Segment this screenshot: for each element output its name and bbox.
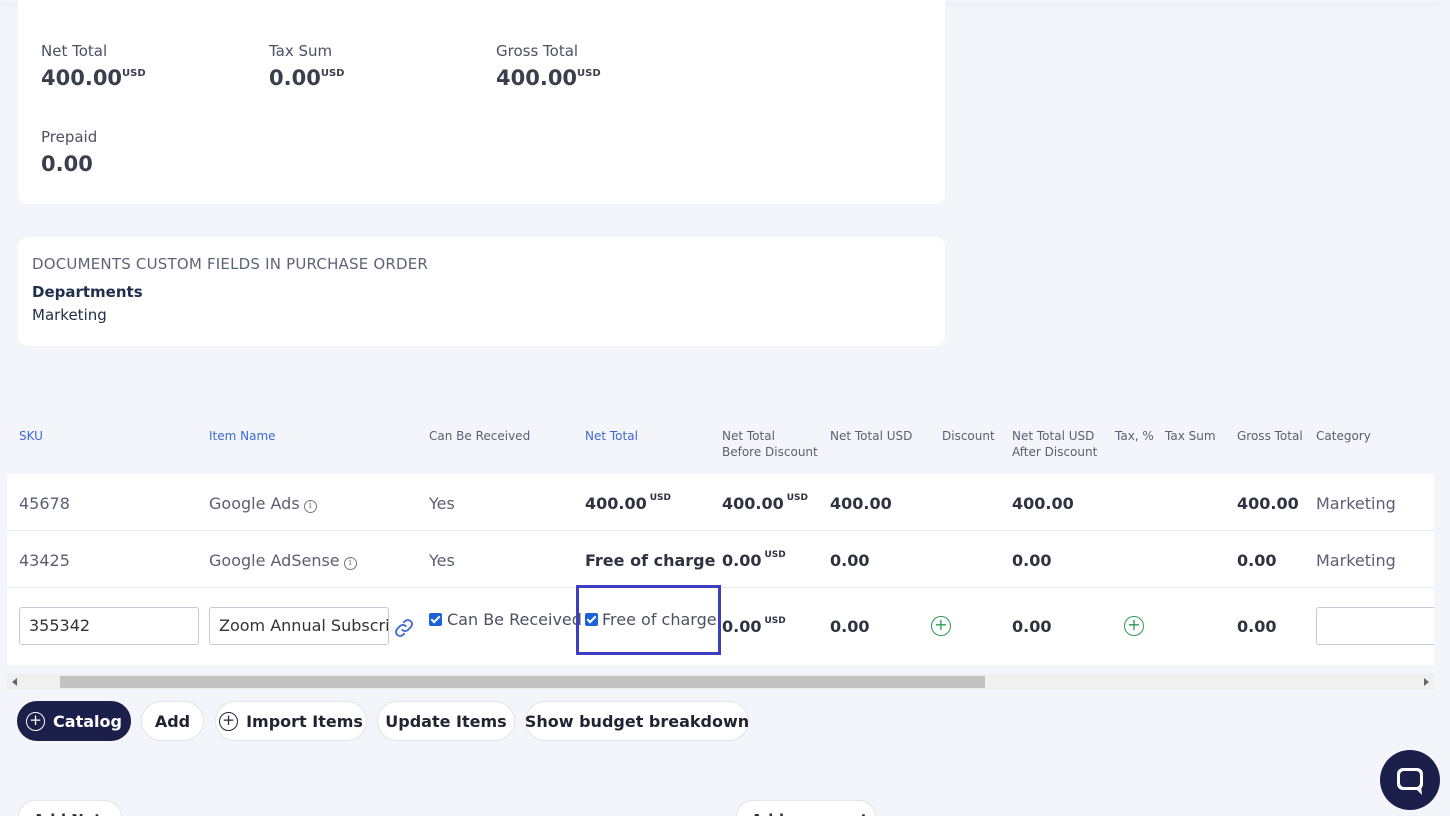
add-button[interactable]: Add xyxy=(141,701,204,741)
table-body: 45678 Google Ads i Yes 400.00 USD 400.00 US… xyxy=(7,474,1434,665)
gross-total-label: Gross Total xyxy=(496,42,579,60)
tax-sum-metric: Tax Sum 0.00USD xyxy=(269,42,344,90)
sku-cell: 45678 xyxy=(19,494,70,513)
items-table: SKU Item Name Can Be Received Net Total … xyxy=(7,410,1434,665)
show-budget-breakdown-label: Show budget breakdown xyxy=(524,711,750,731)
net-total-usd-cell: 400.00 xyxy=(830,494,892,513)
net-total-value: 400.00USD xyxy=(41,66,146,90)
item-name-cell: Google Ads i xyxy=(209,494,317,513)
scroll-left-arrow-icon[interactable] xyxy=(12,678,17,686)
edit-row: 355342 Zoom Annual Subscri Can Be Receiv… xyxy=(7,585,1434,665)
info-icon[interactable]: i xyxy=(343,557,357,570)
col-category: Category xyxy=(1316,429,1371,443)
prepaid-metric: Prepaid 0.00 xyxy=(41,128,97,176)
category-cell: Marketing xyxy=(1316,494,1396,513)
gross-total-cell: 0.00 xyxy=(1237,617,1277,636)
net-total-cell: Free of charge xyxy=(585,551,716,570)
net-total-label: Net Total xyxy=(41,42,108,60)
table-row[interactable]: 45678 Google Ads i Yes 400.00 USD 400.00 US… xyxy=(7,474,1434,531)
can-be-received-checkbox-label[interactable]: Can Be Received xyxy=(447,610,582,629)
gross-total-cell: 0.00 xyxy=(1237,551,1277,570)
prepaid-label: Prepaid xyxy=(41,128,98,146)
col-net-total-usd-after-discount: Net Total USD After Discount xyxy=(1012,429,1098,459)
update-items-button-label: Update Items xyxy=(385,711,507,731)
table-header: SKU Item Name Can Be Received Net Total … xyxy=(7,410,1434,474)
col-net-total[interactable]: Net Total xyxy=(585,428,638,444)
import-items-button[interactable]: + Import Items xyxy=(215,701,367,741)
table-row[interactable]: 43425 Google AdSense i Yes Free of charge… xyxy=(7,531,1434,588)
sku-input[interactable]: 355342 xyxy=(19,607,199,645)
horizontal-scrollbar[interactable] xyxy=(7,674,1434,690)
plus-circle-icon: + xyxy=(26,711,46,731)
net-total-cell: 400.00 USD xyxy=(585,492,672,513)
custom-fields-title: DOCUMENTS CUSTOM FIELDS IN PURCHASE ORDE… xyxy=(32,255,429,273)
col-can-be-received: Can Be Received xyxy=(429,429,531,443)
free-of-charge-checkbox[interactable] xyxy=(585,613,598,626)
catalog-button[interactable]: + Catalog xyxy=(17,701,131,741)
gross-total-cell: 400.00 xyxy=(1237,494,1299,513)
net-total-usd-cell: 0.00 xyxy=(830,551,870,570)
item-name-cell: Google AdSense i xyxy=(209,551,357,570)
col-net-total-usd: Net Total USD xyxy=(830,429,913,443)
add-note-button[interactable]: Add Note xyxy=(18,800,122,816)
gross-total-value: 400.00USD xyxy=(496,66,601,90)
chat-widget-button[interactable] xyxy=(1380,750,1440,810)
col-net-total-before-discount: Net Total Before Discount xyxy=(722,429,818,459)
gross-total-metric: Gross Total 400.00USD xyxy=(496,42,601,90)
sku-cell: 43425 xyxy=(19,551,70,570)
add-button-label: Add xyxy=(154,711,191,731)
before-discount-cell: 0.00 USD xyxy=(722,549,786,570)
catalog-button-label: Catalog xyxy=(53,711,122,731)
category-select[interactable] xyxy=(1316,607,1434,645)
col-discount: Discount xyxy=(942,429,995,443)
category-cell: Marketing xyxy=(1316,551,1396,570)
col-gross-total: Gross Total xyxy=(1237,429,1303,443)
after-discount-cell: 400.00 xyxy=(1012,494,1074,513)
info-icon[interactable]: i xyxy=(303,500,317,513)
free-of-charge-checkbox-label[interactable]: Free of charge xyxy=(602,610,717,629)
scroll-thumb[interactable] xyxy=(60,676,985,688)
before-discount-cell: 400.00 USD xyxy=(722,492,809,513)
link-icon[interactable] xyxy=(393,617,415,639)
after-discount-cell: 0.00 xyxy=(1012,551,1052,570)
custom-field-label: Departments xyxy=(32,283,143,301)
add-discount-icon[interactable]: + xyxy=(931,616,951,636)
tax-sum-value: 0.00USD xyxy=(269,66,345,90)
col-tax-sum: Tax Sum xyxy=(1165,429,1216,443)
tax-sum-label: Tax Sum xyxy=(269,42,333,60)
totals-card: Net Total 400.00USD Tax Sum 0.00USD Gros… xyxy=(18,0,945,204)
custom-field-value: Marketing xyxy=(32,306,107,324)
item-name-input[interactable]: Zoom Annual Subscri xyxy=(209,607,389,645)
col-tax-percent: Tax, % xyxy=(1115,429,1154,443)
prepaid-value: 0.00 xyxy=(41,152,93,176)
net-total-metric: Net Total 400.00USD xyxy=(41,42,146,90)
update-items-button[interactable]: Update Items xyxy=(377,701,515,741)
scroll-right-arrow-icon[interactable] xyxy=(1424,678,1429,686)
col-sku[interactable]: SKU xyxy=(19,428,43,444)
chat-bubble-icon xyxy=(1397,768,1423,795)
can-be-received-cell: Yes xyxy=(429,551,455,570)
add-comment-button[interactable]: Add comment xyxy=(736,800,876,816)
can-be-received-cell: Yes xyxy=(429,494,455,513)
plus-circle-icon: + xyxy=(219,711,239,731)
net-total-usd-cell: 0.00 xyxy=(830,617,870,636)
add-tax-icon[interactable]: + xyxy=(1124,616,1144,636)
after-discount-cell: 0.00 xyxy=(1012,617,1052,636)
can-be-received-checkbox[interactable] xyxy=(429,613,442,626)
before-discount-cell: 0.00 USD xyxy=(722,615,786,636)
show-budget-breakdown-button[interactable]: Show budget breakdown xyxy=(525,701,749,741)
custom-fields-card: DOCUMENTS CUSTOM FIELDS IN PURCHASE ORDE… xyxy=(18,237,945,346)
import-items-button-label: Import Items xyxy=(246,711,363,731)
col-item-name[interactable]: Item Name xyxy=(209,428,276,444)
